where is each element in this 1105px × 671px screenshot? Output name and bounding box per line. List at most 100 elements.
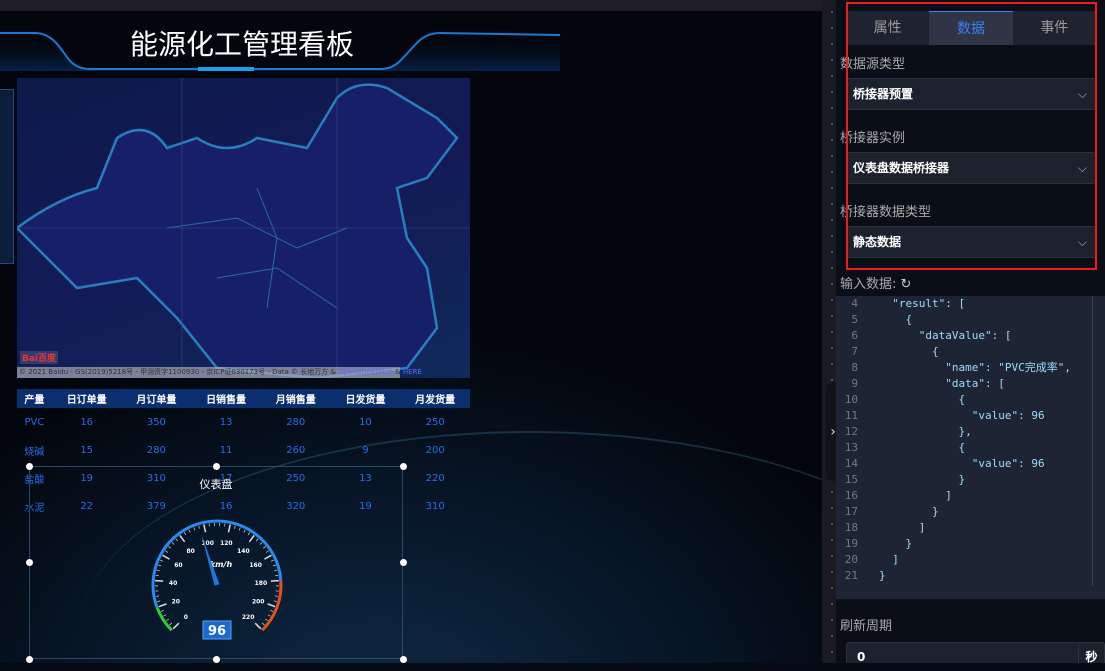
resize-handle-left[interactable] (26, 559, 33, 566)
column-header: 日订单量 (52, 389, 122, 408)
line-text: } (879, 505, 939, 518)
line-text: { (879, 345, 939, 358)
resize-handle-right[interactable] (400, 559, 407, 566)
line-number: 15 (836, 472, 858, 488)
line-number: 14 (836, 456, 858, 472)
gauge-tick (268, 604, 275, 607)
line-number: 9 (836, 376, 858, 392)
table-cell: 烧碱 (17, 436, 52, 464)
selected-widget-edge[interactable] (0, 89, 14, 264)
gauge-tick (274, 601, 277, 602)
column-header: 月订单量 (122, 389, 192, 408)
line-text: { (879, 313, 912, 326)
column-header: 月销售量 (261, 389, 331, 408)
line-number: 13 (836, 440, 858, 456)
line-number: 17 (836, 504, 858, 520)
resize-handle-bl[interactable] (26, 656, 33, 663)
resize-handle-top[interactable] (213, 463, 220, 470)
code-line: 21} (836, 568, 1071, 584)
table-cell: 200 (400, 436, 470, 464)
gauge-tick (270, 610, 273, 611)
table-cell: 260 (261, 436, 331, 464)
resize-handle-bottom[interactable] (213, 656, 220, 663)
line-text: "value": 96 (879, 409, 1045, 422)
gauge-tick (274, 570, 277, 571)
code-lines[interactable]: 4 "result": [5 {6 "dataValue": [7 {8 "na… (836, 296, 1071, 584)
line-number: 12 (836, 424, 858, 440)
gauge-tick (273, 565, 276, 566)
line-text: "name": "PVC完成率", (879, 361, 1071, 374)
line-number: 11 (836, 408, 858, 424)
line-number: 21 (836, 568, 858, 584)
refresh-icon[interactable]: ↻ (901, 277, 912, 292)
gauge-tick-label: 80 (186, 548, 194, 555)
gauge-tick (204, 524, 206, 532)
line-text: }, (879, 425, 972, 438)
gauge-tick-label: 20 (172, 598, 180, 605)
editor-scrollbar[interactable] (1092, 296, 1093, 586)
gauge-widget[interactable]: 仪表盘 020406080100120140160180200220km/h96 (29, 466, 403, 659)
json-editor[interactable]: 4 "result": [5 {6 "dataValue": [7 {8 "na… (836, 296, 1105, 599)
line-number: 20 (836, 552, 858, 568)
table-row: PVC163501328010250 (17, 408, 470, 436)
refresh-period-input[interactable]: 0秒 (846, 642, 1105, 663)
gauge-tick (248, 532, 250, 535)
gauge-tick (271, 581, 279, 582)
table-cell: 280 (122, 436, 192, 464)
line-number: 6 (836, 328, 858, 344)
gauge-tick (170, 623, 172, 625)
line-text: { (879, 393, 965, 406)
code-line: 4 "result": [ (836, 296, 1071, 312)
table-cell: 310 (400, 492, 470, 520)
line-text: } (879, 569, 886, 582)
code-line: 20 ] (836, 552, 1071, 568)
osm-link[interactable]: OpenStreetMap (338, 368, 393, 376)
gauge-value: 96 (208, 624, 226, 639)
gauge-tick (263, 546, 265, 548)
gauge-tick (244, 530, 245, 533)
attribution-and: & (393, 368, 403, 376)
gauge-tick (264, 555, 271, 559)
resize-handle-tl[interactable] (26, 463, 33, 470)
map-attribution: © 2021 Baidu - GS(2019)5218号 - 甲测资字11009… (17, 367, 400, 378)
code-line: 18 ] (836, 520, 1071, 536)
column-header: 日发货量 (331, 389, 401, 408)
gauge-tick (166, 619, 168, 621)
here-link[interactable]: HERE (403, 368, 422, 376)
gauge-tick (194, 528, 195, 531)
column-header: 月发货量 (400, 389, 470, 408)
gauge-tick (265, 619, 267, 621)
gauge-tick (184, 532, 186, 535)
gauge-tick (268, 615, 271, 617)
gauge-tick (262, 623, 264, 625)
refresh-unit: 秒 (1078, 643, 1104, 664)
gauge-tick (160, 560, 163, 561)
code-line: 17 } (836, 504, 1071, 520)
code-line: 16 ] (836, 488, 1071, 504)
code-line: 14 "value": 96 (836, 456, 1071, 472)
gauge-tick (159, 604, 166, 607)
dashboard-canvas[interactable]: 能源化工管理看板 Bai百度 © 2021 Baidu - GS(2019)52… (0, 11, 822, 663)
gauge-tick (266, 551, 269, 553)
line-text: ] (879, 489, 952, 502)
resize-handle-tr[interactable] (400, 463, 407, 470)
table-row: 烧碱15280112609200 (17, 436, 470, 464)
column-header: 日销售量 (191, 389, 261, 408)
gauge-tick (163, 615, 166, 617)
line-text: } (879, 537, 912, 550)
baidu-logo: Bai百度 (20, 351, 58, 364)
dashboard-title: 能源化工管理看板 (0, 23, 484, 63)
resize-handle-br[interactable] (400, 656, 407, 663)
gauge-tick (228, 524, 230, 532)
gauge-tick (275, 596, 278, 597)
code-line: 13 { (836, 440, 1071, 456)
map-widget[interactable]: Bai百度 © 2021 Baidu - GS(2019)5218号 - 甲测资… (17, 78, 470, 378)
highlight-box (846, 2, 1097, 270)
line-number: 19 (836, 536, 858, 552)
table-cell: 13 (191, 408, 261, 436)
refresh-value: 0 (857, 650, 865, 664)
gauge-tick (234, 526, 235, 529)
panel-resize-divider[interactable] (822, 0, 836, 663)
gauge-tick (260, 542, 262, 544)
gauge-tick (249, 535, 254, 541)
